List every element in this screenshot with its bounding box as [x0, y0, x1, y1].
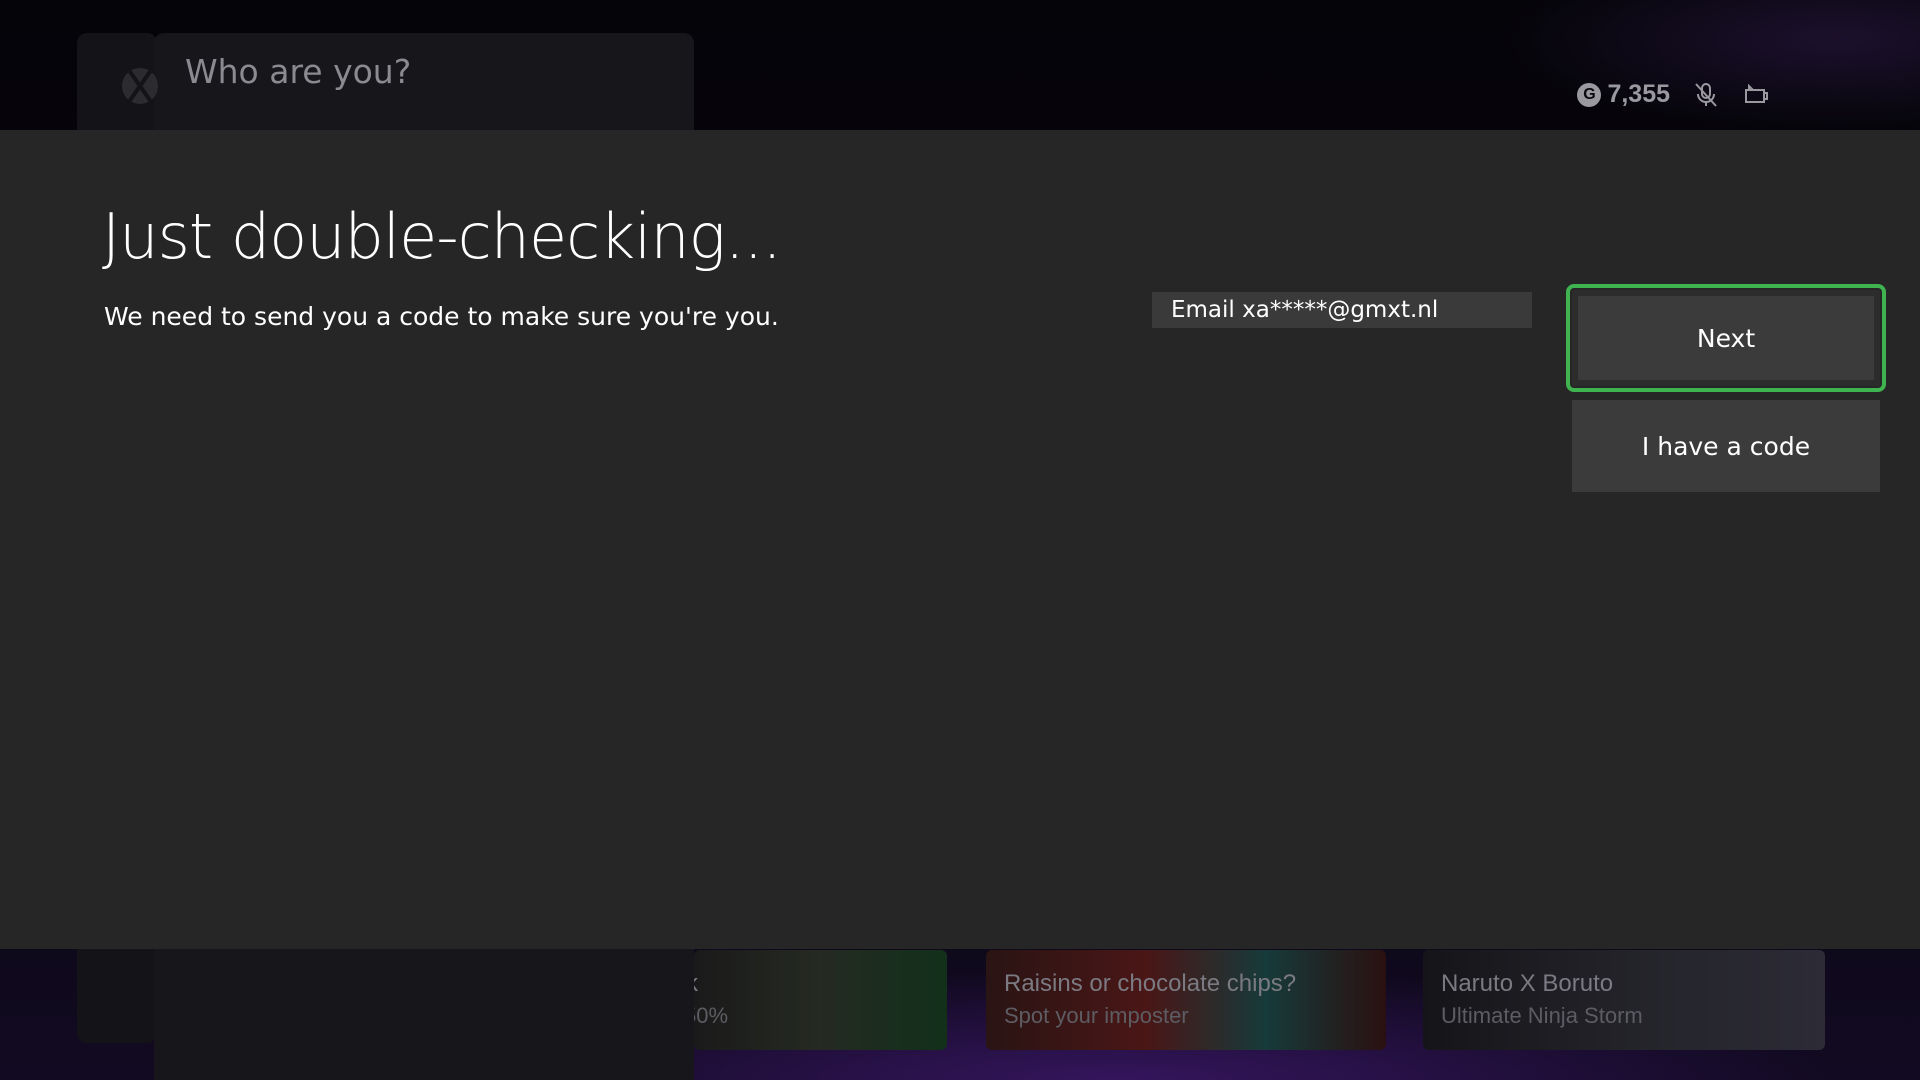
email-option[interactable]: Email xa*****@gmxt.nl: [1152, 292, 1532, 328]
battery-icon: [1742, 81, 1770, 109]
background-tile: k 50%: [694, 950, 947, 1050]
xbox-logo-icon: [122, 68, 158, 104]
have-code-button[interactable]: I have a code: [1572, 400, 1880, 492]
tile-title: Naruto X Boruto: [1441, 970, 1614, 997]
background-tile: Naruto X Boruto Ultimate Ninja Storm: [1423, 950, 1825, 1050]
background-panel-title: Who are you?: [185, 52, 412, 91]
tile-title: k: [694, 970, 698, 998]
tile-subtitle: Spot your imposter: [1004, 1003, 1189, 1028]
xbox-screen: Who are you? G 7,355 k 50% Raisins or: [0, 0, 1920, 1080]
tile-subtitle: 50%: [694, 1003, 729, 1028]
tile-subtitle: Ultimate Ninja Storm: [1441, 1003, 1643, 1028]
tile-title: Raisins or chocolate chips?: [1004, 970, 1297, 997]
verification-dialog: Just double-checking... We need to send …: [0, 130, 1920, 949]
gamerscore: G 7,355: [1577, 80, 1670, 109]
gamerscore-icon: G: [1577, 82, 1602, 107]
dialog-title: Just double-checking...: [102, 200, 782, 273]
background-tile: Raisins or chocolate chips? Spot your im…: [986, 950, 1386, 1050]
dialog-description: We need to send you a code to make sure …: [104, 302, 779, 331]
background-glow: [1500, 0, 1920, 130]
status-bar: G 7,355: [1577, 80, 1770, 109]
next-button[interactable]: Next: [1566, 284, 1886, 392]
gamerscore-value: 7,355: [1607, 80, 1670, 108]
mic-muted-icon: [1692, 81, 1720, 109]
